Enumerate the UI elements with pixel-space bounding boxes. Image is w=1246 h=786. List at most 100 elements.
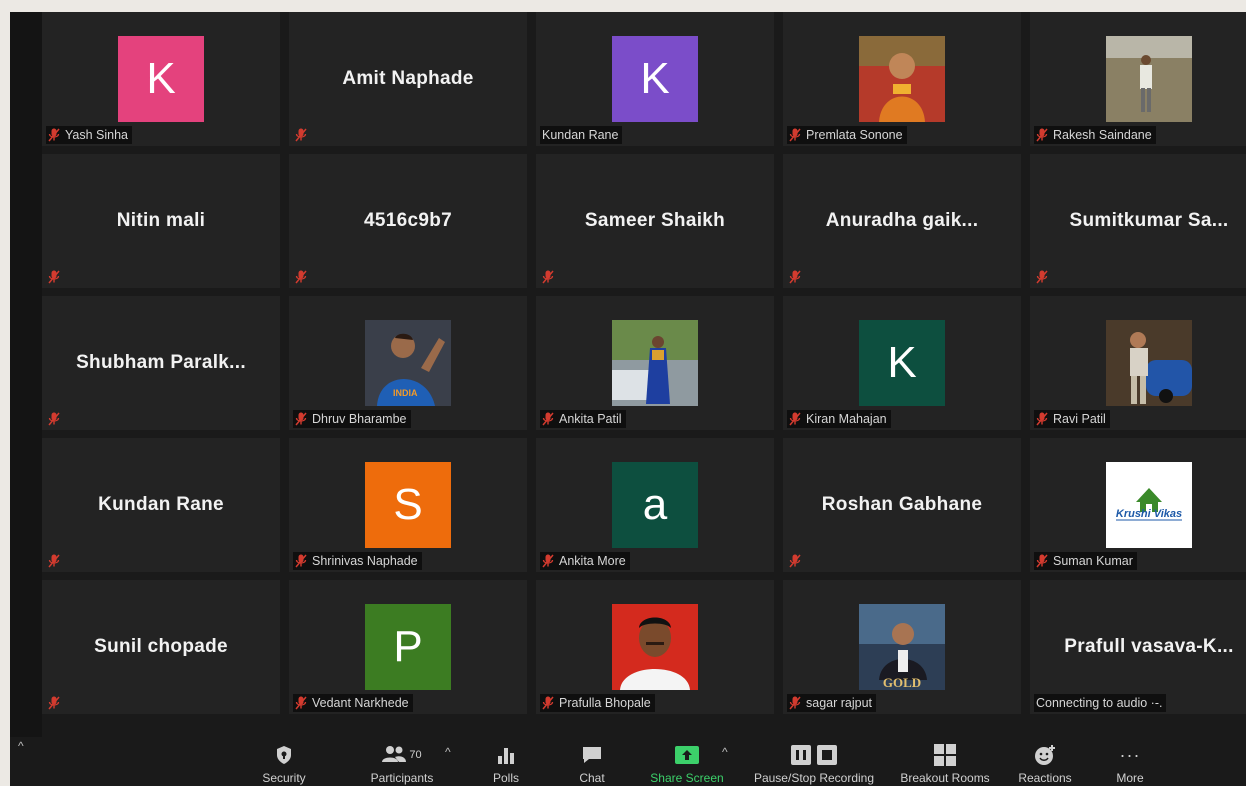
participant-name-text: Connecting to audio ·-. [1036, 696, 1163, 710]
participant-tile[interactable]: Shubham Paralk... [42, 296, 280, 430]
participant-name-label: Ravi Patil [1034, 410, 1110, 428]
participant-tile[interactable]: Nitin mali [42, 154, 280, 288]
participant-name-text: Ankita Patil [559, 412, 622, 426]
reactions-button[interactable]: Reactions [1010, 743, 1080, 785]
participant-tile[interactable]: a Ankita More [536, 438, 774, 572]
participant-tile[interactable]: Krushi Vikas Suman Kumar [1030, 438, 1246, 572]
polls-button[interactable]: Polls [484, 743, 528, 785]
participant-display-name: Sameer Shaikh [584, 210, 726, 231]
participant-avatar: P [365, 604, 451, 690]
muted-mic-icon [789, 554, 801, 568]
participant-tile[interactable]: Sameer Shaikh [536, 154, 774, 288]
participant-tile[interactable]: Roshan Gabhane [783, 438, 1021, 572]
svg-text:GOLD: GOLD [883, 675, 921, 690]
participant-tile[interactable]: Anuradha gaik... [783, 154, 1021, 288]
breakout-rooms-label: Breakout Rooms [900, 771, 990, 785]
muted-mic-icon [295, 696, 307, 710]
muted-mic-icon [542, 412, 554, 426]
security-button[interactable]: Security [254, 743, 314, 785]
participant-display-name: Amit Naphade [342, 68, 474, 89]
woman-orange-saree-photo [859, 36, 945, 122]
participant-tile[interactable]: Prafulla Bhopale [536, 580, 774, 714]
participant-tile[interactable]: Premlata Sonone [783, 12, 1021, 146]
meeting-toolbar: ^ Security 70 Participants ^ Polls Chat … [10, 737, 1246, 786]
participant-name-text: Vedant Narkhede [312, 696, 409, 710]
participant-name-label [540, 268, 563, 286]
participant-tile[interactable]: Rakesh Saindane [1030, 12, 1246, 146]
muted-mic-icon [789, 412, 801, 426]
chat-icon [570, 743, 614, 767]
participant-tile[interactable]: Sumitkumar Sa... [1030, 154, 1246, 288]
participant-name-label: Yash Sinha [46, 126, 133, 144]
participant-tile[interactable]: 4516c9b7 [289, 154, 527, 288]
participant-tile[interactable]: Prafull vasava-K... Connecting to audio ·… [1030, 580, 1246, 714]
participant-name-label: Rakesh Saindane [1034, 126, 1156, 144]
zoom-meeting-window: K Yash Sinha Amit Naphade K Kundan Rane Preml… [10, 12, 1246, 786]
muted-mic-icon [48, 696, 60, 710]
participant-name-label: Prafulla Bhopale [540, 694, 655, 712]
participant-tile[interactable]: GOLD sagar rajput [783, 580, 1021, 714]
participant-tile[interactable]: Ravi Patil [1030, 296, 1246, 430]
share-screen-label: Share Screen [650, 771, 724, 785]
more-button[interactable]: ··· More [1108, 743, 1152, 786]
participant-tile[interactable]: INDIA Dhruv Bharambe [289, 296, 527, 430]
pause-stop-icon [744, 743, 884, 767]
participant-count: 70 [409, 749, 422, 761]
participant-name-text: Kundan Rane [542, 128, 619, 142]
participant-tile[interactable]: Ankita Patil [536, 296, 774, 430]
reactions-icon [1010, 743, 1080, 767]
participant-tile[interactable]: K Kiran Mahajan [783, 296, 1021, 430]
participant-name-text: Suman Kumar [1053, 554, 1133, 568]
muted-mic-icon [1036, 554, 1048, 568]
cricketer-photo: INDIA [365, 320, 451, 406]
muted-mic-icon [48, 554, 60, 568]
participant-name-text: Dhruv Bharambe [312, 412, 407, 426]
participant-tile[interactable]: S Shrinivas Naphade [289, 438, 527, 572]
participant-name-label: Vedant Narkhede [293, 694, 413, 712]
man-in-field-photo [1106, 36, 1192, 122]
participant-name-label [46, 694, 69, 712]
participants-caret[interactable]: ^ [445, 745, 451, 759]
muted-mic-icon [1036, 128, 1048, 142]
muted-mic-icon [789, 270, 801, 284]
participant-tile[interactable]: Kundan Rane [42, 438, 280, 572]
chat-button[interactable]: Chat [570, 743, 614, 785]
participant-tile[interactable]: Amit Naphade [289, 12, 527, 146]
participant-name-text: Rakesh Saindane [1053, 128, 1152, 142]
participant-name-label [293, 268, 316, 286]
man-with-car-photo [1106, 320, 1192, 406]
participant-name-text: Kiran Mahajan [806, 412, 887, 426]
participant-tile[interactable]: K Yash Sinha [42, 12, 280, 146]
muted-mic-icon [295, 128, 307, 142]
participant-avatar: a [612, 462, 698, 548]
share-screen-caret[interactable]: ^ [722, 745, 728, 759]
participant-tile[interactable]: P Vedant Narkhede [289, 580, 527, 714]
share-screen-button[interactable]: Share Screen [642, 743, 732, 785]
participant-display-name: Sumitkumar Sa... [1069, 210, 1229, 231]
krushi-vikas-logo: Krushi Vikas [1106, 462, 1192, 548]
participant-name-label: Connecting to audio ·-. [1034, 694, 1167, 712]
recording-button[interactable]: Pause/Stop Recording [744, 743, 884, 785]
participant-name-text: Shrinivas Naphade [312, 554, 418, 568]
muted-mic-icon [48, 270, 60, 284]
participant-display-name: Sunil chopade [94, 636, 228, 657]
audio-options-caret[interactable]: ^ [18, 739, 24, 753]
participant-tile[interactable]: Sunil chopade [42, 580, 280, 714]
muted-mic-icon [1036, 270, 1048, 284]
participants-button[interactable]: 70 Participants [354, 743, 450, 785]
participant-avatar: K [859, 320, 945, 406]
more-label: More [1116, 771, 1144, 785]
muted-mic-icon [295, 412, 307, 426]
breakout-rooms-button[interactable]: Breakout Rooms [894, 743, 996, 785]
muted-mic-icon [1036, 412, 1048, 426]
participant-tile[interactable]: K Kundan Rane [536, 12, 774, 146]
participant-name-label: Suman Kumar [1034, 552, 1137, 570]
participant-name-text: Ravi Patil [1053, 412, 1106, 426]
participant-name-label [46, 268, 69, 286]
participant-name-label: Ankita More [540, 552, 630, 570]
muted-mic-icon [789, 696, 801, 710]
participant-name-label: Dhruv Bharambe [293, 410, 411, 428]
breakout-rooms-icon [894, 743, 996, 767]
participant-display-name: Anuradha gaik... [825, 210, 979, 231]
reactions-label: Reactions [1018, 771, 1072, 785]
